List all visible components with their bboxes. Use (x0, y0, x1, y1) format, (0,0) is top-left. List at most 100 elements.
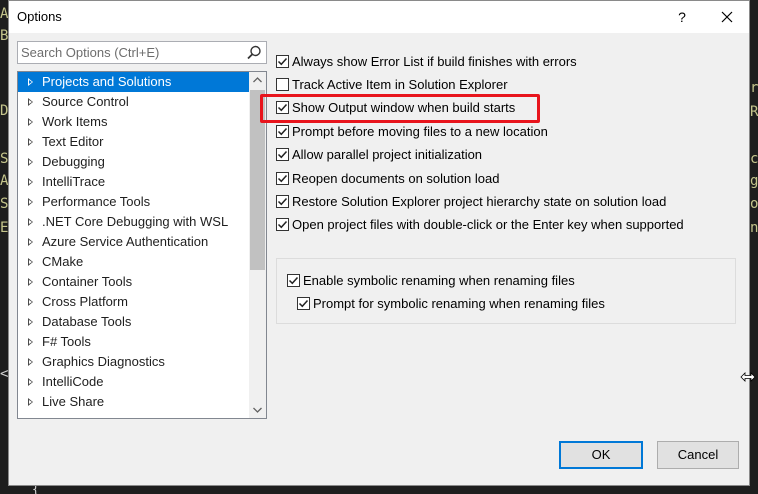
options-dialog: Options ? Projects and Solutions Source C… (8, 0, 750, 486)
tree-item[interactable]: F# Tools (18, 332, 249, 352)
tree-item[interactable]: Debugging (18, 152, 249, 172)
tree-item[interactable]: Graphics Diagnostics (18, 352, 249, 372)
tree-item-label: Work Items (42, 114, 108, 129)
search-icon[interactable] (244, 43, 264, 63)
chevron-up-icon (253, 77, 262, 83)
expand-caret-icon[interactable] (28, 398, 33, 406)
checkbox-label: Restore Solution Explorer project hierar… (292, 194, 667, 209)
checkmark-icon (288, 276, 299, 285)
checkbox-label: Allow parallel project initialization (292, 147, 483, 162)
resize-cursor-icon (740, 372, 756, 382)
tree-item-label: Container Tools (42, 274, 133, 289)
expand-caret-icon[interactable] (28, 378, 33, 386)
checkbox-label: Prompt for symbolic renaming when renami… (313, 296, 605, 311)
checkbox-box (287, 274, 300, 287)
scroll-down-button[interactable] (249, 401, 266, 418)
dialog-title: Options (17, 9, 62, 24)
ok-button[interactable]: OK (559, 441, 643, 469)
expand-caret-icon[interactable] (28, 238, 33, 246)
checkbox-label: Reopen documents on solution load (292, 171, 500, 186)
checkbox-box (276, 125, 289, 138)
expand-caret-icon[interactable] (28, 118, 33, 126)
tree-item[interactable]: Source Control (18, 92, 249, 112)
tree-item[interactable]: Cross Platform (18, 292, 249, 312)
editor-fragment: g (750, 173, 758, 189)
checkbox-box (276, 195, 289, 208)
expand-caret-icon[interactable] (28, 338, 33, 346)
checkmark-icon (277, 174, 288, 183)
checkbox-box (276, 78, 289, 91)
expand-caret-icon[interactable] (28, 358, 33, 366)
expand-caret-icon[interactable] (28, 318, 33, 326)
expand-caret-icon[interactable] (28, 178, 33, 186)
checkbox-box (276, 55, 289, 68)
tree-item-label: IntelliTrace (42, 174, 106, 189)
checkbox-box (297, 297, 310, 310)
checkmark-icon (277, 197, 288, 206)
tree-item-label: Database Tools (42, 314, 132, 329)
chevron-down-icon (253, 407, 262, 413)
checkbox-label: Track Active Item in Solution Explorer (292, 77, 508, 92)
tree-item-label: Projects and Solutions (42, 74, 172, 89)
expand-caret-icon[interactable] (28, 98, 33, 106)
expand-caret-icon[interactable] (28, 138, 33, 146)
editor-fragment: R (750, 104, 758, 120)
expand-caret-icon[interactable] (28, 298, 33, 306)
checkmark-icon (277, 127, 288, 136)
expand-caret-icon[interactable] (28, 278, 33, 286)
checkbox-label: Enable symbolic renaming when renaming f… (303, 273, 575, 288)
expand-caret-icon[interactable] (28, 158, 33, 166)
highlight-annotation (260, 94, 540, 123)
tree-item[interactable]: Azure Service Authentication (18, 232, 249, 252)
checkbox-box (276, 148, 289, 161)
tree-item-label: Source Control (42, 94, 129, 109)
expand-caret-icon[interactable] (28, 78, 33, 86)
expand-caret-icon[interactable] (28, 218, 33, 226)
editor-left-edge (0, 0, 8, 494)
checkmark-icon (298, 299, 309, 308)
checkbox-label: Prompt before moving files to a new loca… (292, 124, 548, 139)
help-button[interactable]: ? (669, 5, 695, 29)
scroll-up-button[interactable] (249, 72, 266, 89)
tree-item-label: Live Share (42, 394, 105, 409)
tree-scrollbar[interactable] (249, 72, 266, 418)
cancel-button[interactable]: Cancel (657, 441, 739, 469)
tree-item[interactable]: Database Tools (18, 312, 249, 332)
checkbox-label: Open project files with double-click or … (292, 217, 684, 232)
editor-fragment: c (750, 151, 758, 167)
search-options-box (17, 41, 267, 64)
title-bar: Options ? (9, 1, 749, 33)
tree-item[interactable]: Projects and Solutions (18, 72, 249, 92)
tree-item[interactable]: CMake (18, 252, 249, 272)
checkmark-icon (277, 220, 288, 229)
tree-item[interactable]: Performance Tools (18, 192, 249, 212)
tree-item-label: Graphics Diagnostics (42, 354, 165, 369)
editor-bottom: { (0, 482, 758, 494)
tree-item-label: Cross Platform (42, 294, 128, 309)
checkbox-label: Always show Error List if build finishes… (292, 54, 577, 69)
tree-item-label: CMake (42, 254, 84, 269)
tree-item[interactable]: IntelliCode (18, 372, 249, 392)
tree-item[interactable]: Text Editor (18, 132, 249, 152)
tree-item-label: Text Editor (42, 134, 104, 149)
editor-right-edge (750, 0, 758, 494)
editor-fragment: o (750, 196, 758, 212)
editor-fragment: n (750, 220, 758, 236)
tree-item-label: .NET Core Debugging with WSL (42, 214, 229, 229)
tree-item-label: F# Tools (42, 334, 91, 349)
checkbox-box (276, 218, 289, 231)
tree-item[interactable]: IntelliTrace (18, 172, 249, 192)
close-icon (721, 11, 733, 23)
checkmark-icon (277, 150, 288, 159)
close-button[interactable] (713, 5, 741, 29)
tree-item[interactable]: Live Share (18, 392, 249, 412)
expand-caret-icon[interactable] (28, 198, 33, 206)
tree-item-label: Azure Service Authentication (42, 234, 209, 249)
tree-item[interactable]: Container Tools (18, 272, 249, 292)
tree-item[interactable]: .NET Core Debugging with WSL (18, 212, 249, 232)
search-input[interactable] (18, 42, 240, 63)
expand-caret-icon[interactable] (28, 258, 33, 266)
tree-item-label: Debugging (42, 154, 105, 169)
tree-item[interactable]: Work Items (18, 112, 249, 132)
renaming-group (276, 258, 736, 324)
